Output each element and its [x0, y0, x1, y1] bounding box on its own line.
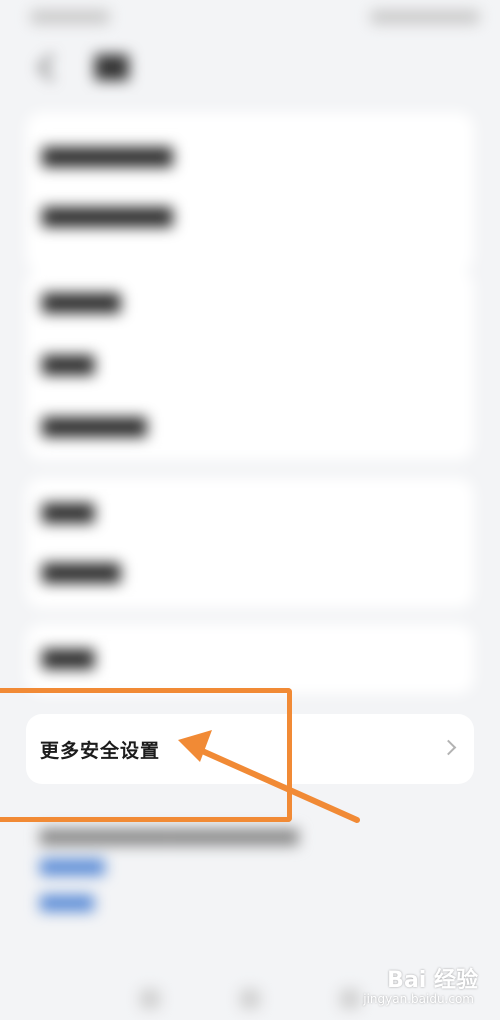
- footer-link[interactable]: █████: [40, 896, 94, 912]
- watermark-main-text: Bai 经验: [387, 968, 478, 993]
- watermark-sub-text: jingyan.baidu.com: [363, 992, 474, 1006]
- settings-group-4: ████: [26, 624, 474, 694]
- watermark-logo: Bai 经验 jingyan.baidu.com: [338, 962, 478, 1012]
- settings-row[interactable]: ██████████: [42, 208, 173, 230]
- settings-row[interactable]: ██████: [42, 294, 120, 316]
- settings-group-3: ████ ██████: [26, 478, 474, 608]
- chevron-right-icon: [440, 739, 457, 756]
- footer-note: ████████████████████████: [40, 830, 299, 846]
- settings-group-2: ██████ ████ ████████: [26, 270, 474, 460]
- settings-row[interactable]: ████: [42, 356, 94, 378]
- blurred-background: ██ ██████████ ██████████ ██████ ████ ███…: [0, 0, 500, 1020]
- settings-group-1: ██████████ ██████████: [26, 112, 474, 272]
- settings-row[interactable]: ████████: [42, 418, 147, 440]
- footer-link[interactable]: ██████: [40, 860, 105, 876]
- page-title: ██: [95, 56, 129, 81]
- highlight-box: [0, 688, 292, 822]
- status-time: [30, 10, 110, 24]
- status-icons: [370, 10, 480, 24]
- settings-row[interactable]: ████: [42, 650, 94, 672]
- status-bar: [0, 0, 500, 36]
- back-arrow-icon[interactable]: [38, 54, 65, 81]
- settings-row[interactable]: ██████████: [42, 148, 173, 170]
- settings-row[interactable]: ████: [42, 504, 94, 526]
- nav-icon[interactable]: [240, 989, 260, 1009]
- nav-icon[interactable]: [140, 989, 160, 1009]
- settings-row[interactable]: ██████: [42, 564, 120, 586]
